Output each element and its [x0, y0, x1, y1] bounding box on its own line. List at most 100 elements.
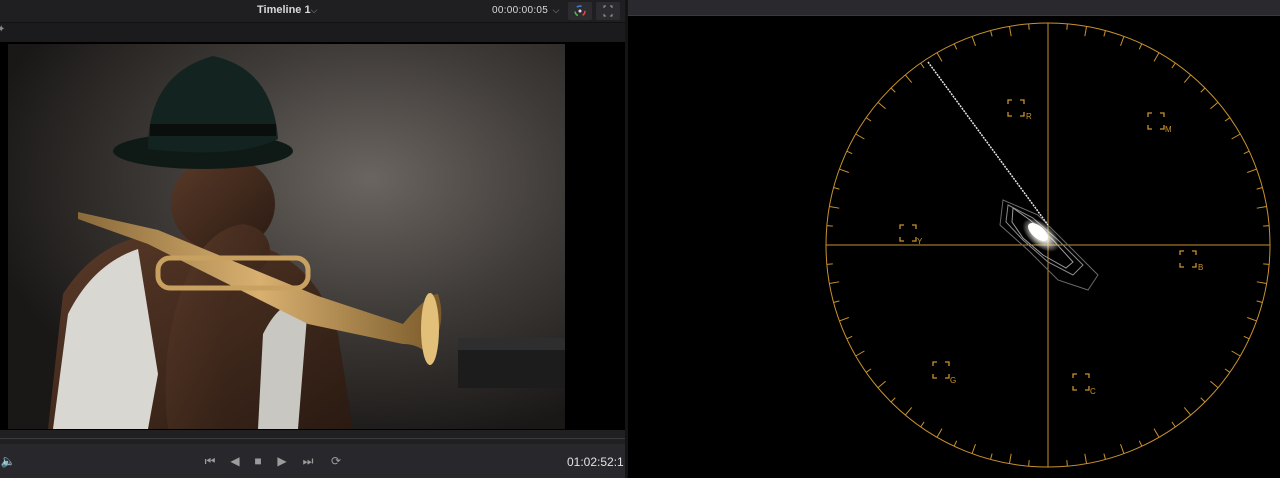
vectorscope-panel — [628, 0, 1280, 478]
graticule-tick — [1028, 460, 1030, 467]
loop-icon[interactable]: ⟳ — [326, 452, 346, 470]
color-wheel-icon — [574, 5, 586, 17]
expand-icon — [603, 5, 613, 17]
scope-header — [628, 0, 1280, 16]
graticule-tick — [1120, 36, 1125, 46]
chevron-down-icon[interactable]: ⌵ — [551, 5, 561, 15]
timeline-name[interactable]: Timeline 1 — [257, 4, 311, 16]
resolve-workspace: Timeline 1 ⌵ 00:00:00:05 ⌵ ✦ 🔈 ⏮ ◀ ■ ▶ ⏭… — [0, 0, 1280, 478]
graticule-tick — [1138, 440, 1143, 447]
chevron-down-icon[interactable]: ⌵ — [309, 5, 319, 15]
graticule-tick — [1256, 187, 1263, 190]
graticule-tick — [826, 225, 833, 227]
graticule-tick — [1084, 453, 1088, 464]
graticule-tick — [890, 397, 896, 403]
graticule-tick — [990, 453, 993, 460]
sparkle-icon[interactable]: ✦ — [0, 24, 5, 35]
graticule-tick — [855, 350, 865, 357]
graticule-tick — [1120, 444, 1125, 454]
graticule-tick — [920, 421, 925, 428]
graticule-tick — [1183, 74, 1192, 83]
graticule-tick — [936, 52, 943, 62]
graticule-tick — [1243, 150, 1250, 155]
graticule-tick — [1256, 281, 1267, 285]
vectorscope-trace — [927, 61, 1099, 291]
graticule-tick — [1224, 368, 1231, 373]
graticule-tick — [1008, 453, 1012, 464]
graticule-tick — [1263, 263, 1270, 265]
target-label-g: G — [950, 376, 957, 385]
stop-icon[interactable]: ■ — [250, 452, 266, 470]
video-frame — [8, 44, 565, 429]
graticule-tick — [1183, 407, 1192, 416]
target-box — [1007, 99, 1025, 117]
graticule-tick — [971, 444, 976, 454]
target-box — [932, 361, 950, 379]
graticule-tick — [1224, 117, 1231, 122]
graticule-tick — [1210, 101, 1219, 110]
graticule-tick — [1247, 317, 1257, 322]
graticule-tick — [1028, 23, 1030, 30]
graticule-tick — [839, 317, 849, 322]
graticule-tick — [1247, 168, 1257, 173]
graticule-tick — [1210, 380, 1219, 389]
target-box — [1147, 112, 1165, 130]
graticule-tick — [1153, 428, 1160, 438]
scrubber-track[interactable] — [0, 438, 625, 439]
playhead-timecode[interactable]: 01:02:52:1 — [567, 455, 624, 469]
play-reverse-icon[interactable]: ◀ — [227, 452, 243, 470]
graticule-tick — [833, 300, 840, 303]
graticule-tick — [829, 281, 840, 285]
graticule-tick — [971, 36, 976, 46]
skip-to-end-icon[interactable]: ⏭ — [298, 452, 318, 470]
graticule-tick — [904, 407, 913, 416]
graticule-tick — [1008, 26, 1012, 37]
graticule-tick — [953, 43, 958, 50]
graticule-tick — [846, 335, 853, 340]
graticule-tick — [833, 187, 840, 190]
graticule-tick — [904, 74, 913, 83]
graticule-tick — [829, 205, 840, 209]
graticule-tick — [1084, 26, 1088, 37]
graticule-tick — [1066, 23, 1068, 30]
speaker-icon[interactable]: 🔈 — [0, 452, 16, 470]
graticule-tick — [1066, 460, 1068, 467]
graticule-tick — [826, 263, 833, 265]
timecode-display[interactable]: 00:00:00:05 — [492, 5, 548, 16]
target-label-b: B — [1198, 263, 1204, 272]
graticule-tick — [990, 30, 993, 37]
skip-to-start-icon[interactable]: ⏮ — [200, 452, 220, 470]
graticule-tick — [1200, 87, 1206, 93]
graticule-tick — [1153, 52, 1160, 62]
play-icon[interactable]: ▶ — [274, 452, 290, 470]
graticule-tick — [1256, 205, 1267, 209]
graticule-tick — [1231, 350, 1241, 357]
graticule-tick — [877, 101, 886, 110]
graticule-tick — [1103, 453, 1106, 460]
graticule-tick — [1256, 300, 1263, 303]
graticule-tick — [953, 440, 958, 447]
graticule-tick — [1263, 225, 1270, 227]
video-frame-illustration — [8, 44, 565, 429]
graticule-tick — [839, 168, 849, 173]
color-viewer-button[interactable] — [568, 2, 592, 20]
graticule-tick — [1200, 397, 1206, 403]
graticule-tick — [865, 117, 872, 122]
graticule-tick — [1103, 30, 1106, 37]
graticule-tick — [1138, 43, 1143, 50]
graticule-tick — [920, 62, 925, 69]
graticule-tick — [1243, 335, 1250, 340]
fullscreen-button[interactable] — [596, 2, 620, 20]
graticule-tick — [877, 380, 886, 389]
graticule-tick — [855, 133, 865, 140]
scrubber-bar[interactable] — [0, 430, 625, 444]
graticule-tick — [865, 368, 872, 373]
graticule-tick — [936, 428, 943, 438]
target-label-c: C — [1090, 387, 1096, 396]
target-label-m: M — [1165, 125, 1172, 134]
graticule-tick — [846, 150, 853, 155]
vectorscope-graph — [825, 22, 1271, 468]
target-label-r: R — [1026, 112, 1032, 121]
graticule-tick — [1231, 133, 1241, 140]
graticule-tick — [1171, 421, 1176, 428]
